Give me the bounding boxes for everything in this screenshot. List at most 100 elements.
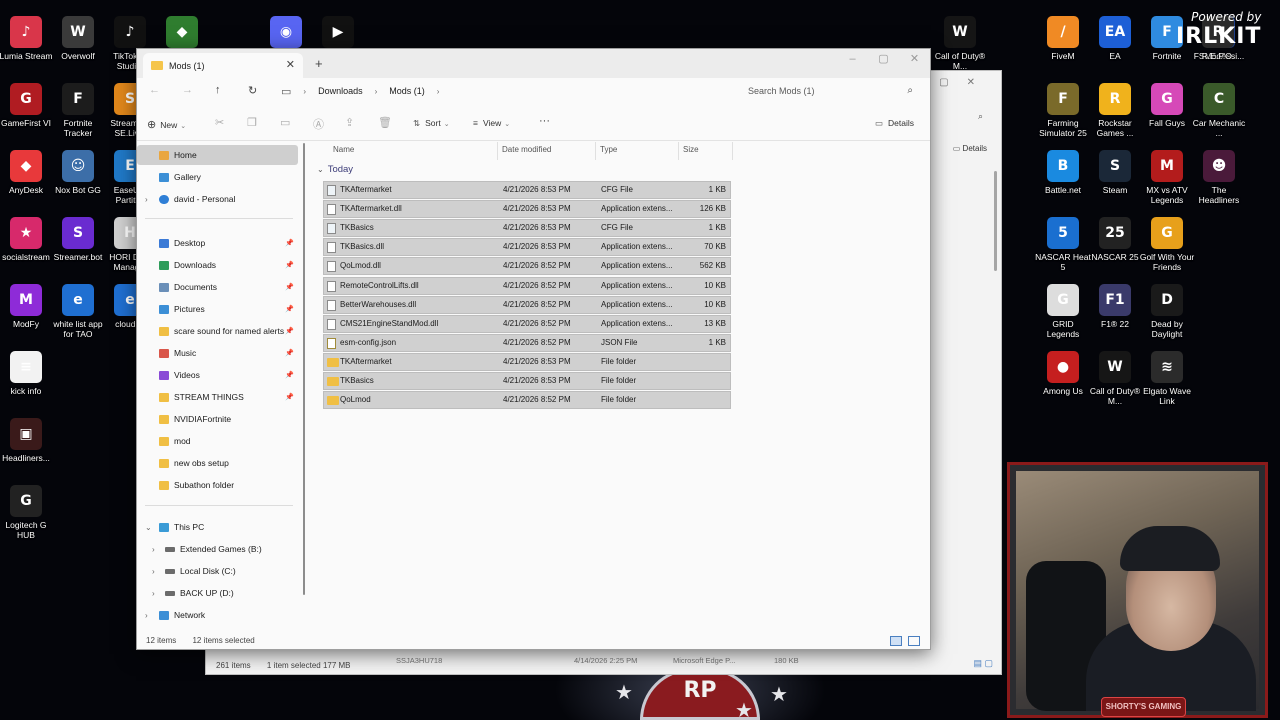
desktop-shortcut[interactable]: M ModFy [0,284,54,329]
desktop-shortcut[interactable]: ● Among Us [1035,351,1091,396]
view-toggle[interactable]: ▤ ▢ [973,658,993,669]
desktop-shortcut[interactable]: ▣ Headliners... [0,418,54,463]
nav-home[interactable]: Home [137,145,298,165]
chevron-right-icon[interactable]: › [145,611,148,620]
chevron-down-icon[interactable]: ⌄ [145,523,152,532]
group-header-today[interactable]: ⌄ Today [317,164,353,175]
file-row[interactable]: QoLmod.dll 4/21/2026 8:52 PM Application e… [323,257,731,276]
desktop-shortcut[interactable]: / FiveM [1035,16,1091,61]
desktop-shortcut[interactable]: S Streamer.bot [50,217,106,262]
desktop-shortcut[interactable]: ☻ The Headliners [1191,150,1247,205]
nav-quick-access-item[interactable]: NVIDIAFortnite [137,409,298,429]
pin-icon[interactable]: 📌 [285,283,294,291]
chevron-right-icon[interactable]: › [303,87,306,96]
desktop-shortcut[interactable]: W Call of Duty® M... [932,16,988,71]
desktop-shortcut[interactable]: ◉ [258,16,314,51]
desktop-shortcut[interactable]: G GRID Legends [1035,284,1091,339]
back-button[interactable]: ← [149,84,160,96]
chevron-right-icon[interactable]: › [375,87,378,96]
file-row[interactable]: CMS21EngineStandMod.dll 4/21/2026 8:52 PM… [323,314,731,333]
nav-quick-access-item[interactable]: Downloads 📌 [137,255,298,275]
close-tab-icon[interactable]: ✕ [286,58,295,71]
file-row[interactable]: TKAftermarket 4/21/2026 8:53 PM File folde… [323,352,731,371]
file-row[interactable]: BetterWarehouses.dll 4/21/2026 8:52 PM App… [323,295,731,314]
column-separator[interactable] [678,142,679,160]
column-header-date[interactable]: Date modified [502,145,551,154]
chevron-right-icon[interactable]: › [437,87,440,96]
pin-icon[interactable]: 📌 [285,371,294,379]
desktop-shortcut[interactable]: F Fortnite Tracker [50,83,106,138]
desktop-shortcut[interactable]: C Car Mechanic ... [1191,83,1247,138]
monitor-icon[interactable]: ▭ [281,85,291,98]
column-header-name[interactable]: Name [333,145,354,154]
refresh-button[interactable]: ↻ [248,84,257,97]
new-button[interactable]: ⊕ New ⌄ [147,118,186,131]
details-view-button[interactable] [890,636,902,646]
nav-quick-access-item[interactable]: new obs setup [137,453,298,473]
desktop-shortcut[interactable]: EA EA [1087,16,1143,61]
breadcrumb-mods[interactable]: Mods (1) [389,86,425,96]
pin-icon[interactable]: 📌 [285,393,294,401]
desktop-shortcut[interactable]: F Farming Simulator 25 [1035,83,1091,138]
scrollbar[interactable] [994,171,997,271]
pin-icon[interactable]: 📌 [285,327,294,335]
file-row[interactable]: TKAftermarket.dll 4/21/2026 8:53 PM Applic… [323,200,731,219]
column-header-type[interactable]: Type [600,145,617,154]
desktop-shortcut[interactable]: G Logitech G HUB [0,485,54,540]
breadcrumb-downloads[interactable]: Downloads [318,86,363,96]
column-header-size[interactable]: Size [683,145,699,154]
file-row[interactable]: TKBasics 4/21/2026 8:53 PM CFG File 1 KB [323,219,731,238]
file-row[interactable]: TKBasics 4/21/2026 8:53 PM File folder [323,372,731,390]
pin-icon[interactable]: 📌 [285,349,294,357]
navigation-pane-scrollbar[interactable] [303,143,305,595]
desktop-shortcut[interactable]: G GameFirst VI [0,83,54,128]
desktop-shortcut[interactable]: G Golf With Your Friends [1139,217,1195,272]
column-separator[interactable] [497,142,498,160]
desktop-shortcut[interactable]: F1 F1® 22 [1087,284,1143,329]
desktop-shortcut[interactable]: 5 NASCAR Heat 5 [1035,217,1091,272]
cut-icon[interactable]: ✂ [215,116,224,129]
desktop-shortcut[interactable]: ◆ AnyDesk [0,150,54,195]
desktop-shortcut[interactable]: W Overwolf [50,16,106,61]
nav-quick-access-item[interactable]: Music 📌 [137,343,298,363]
nav-drive-d[interactable]: › BACK UP (D:) [137,583,298,603]
desktop-shortcut[interactable]: ☺ Nox Bot GG [50,150,106,195]
tiles-view-button[interactable] [908,636,920,646]
nav-network[interactable]: › Network [137,605,298,625]
view-button[interactable]: ≡ View ⌄ [473,118,510,128]
share-icon[interactable]: ⇪ [345,116,354,129]
desktop-shortcut[interactable]: e white list app for TAO [50,284,106,339]
copy-icon[interactable]: ❐ [247,116,257,129]
close-button[interactable]: ✕ [899,49,930,71]
file-row[interactable]: RemoteControlLifts.dll 4/21/2026 8:52 PM A… [323,276,731,295]
desktop-shortcut[interactable]: ≋ Elgato Wave Link [1139,351,1195,406]
more-options-button[interactable]: ··· [539,115,550,127]
desktop-shortcut[interactable]: G Fall Guys [1139,83,1195,128]
sort-button[interactable]: ⇅ Sort ⌄ [413,118,450,129]
nav-quick-access-item[interactable]: Desktop 📌 [137,233,298,253]
file-row[interactable]: TKAftermarket 4/21/2026 8:53 PM CFG File 1 … [323,181,731,199]
file-row[interactable]: QoLmod 4/21/2026 8:52 PM File folder [323,391,731,410]
nav-gallery[interactable]: Gallery [137,167,298,187]
up-button[interactable]: ↑ [215,84,221,96]
desktop-shortcut[interactable]: W Call of Duty® M... [1087,351,1143,406]
nav-this-pc[interactable]: ⌄ This PC [137,517,298,537]
desktop-shortcut[interactable]: M MX vs ATV Legends [1139,150,1195,205]
tab-mods[interactable]: Mods (1) ✕ [143,53,303,78]
desktop-shortcut[interactable]: S Steam [1087,150,1143,195]
nav-quick-access-item[interactable]: mod [137,431,298,451]
nav-drive-c[interactable]: › Local Disk (C:) [137,561,298,581]
search-input[interactable]: Search Mods (1) ⌕ [737,80,923,102]
search-icon[interactable]: ⌕ [907,85,913,96]
nav-drive-b[interactable]: › Extended Games (B:) [137,539,298,559]
desktop-shortcut[interactable]: D Dead by Daylight [1139,284,1195,339]
pin-icon[interactable]: 📌 [285,261,294,269]
nav-quick-access-item[interactable]: Videos 📌 [137,365,298,385]
desktop-shortcut[interactable]: ≡ kick info [0,351,54,396]
desktop-shortcut[interactable]: ▶ [310,16,366,51]
details-pane-button[interactable]: Details [953,144,987,153]
delete-icon[interactable]: 🗑 [378,116,392,129]
rename-icon[interactable]: Ⓐ [313,116,324,132]
new-tab-button[interactable]: + [315,56,323,71]
nav-quick-access-item[interactable]: STREAM THINGS 📌 [137,387,298,407]
